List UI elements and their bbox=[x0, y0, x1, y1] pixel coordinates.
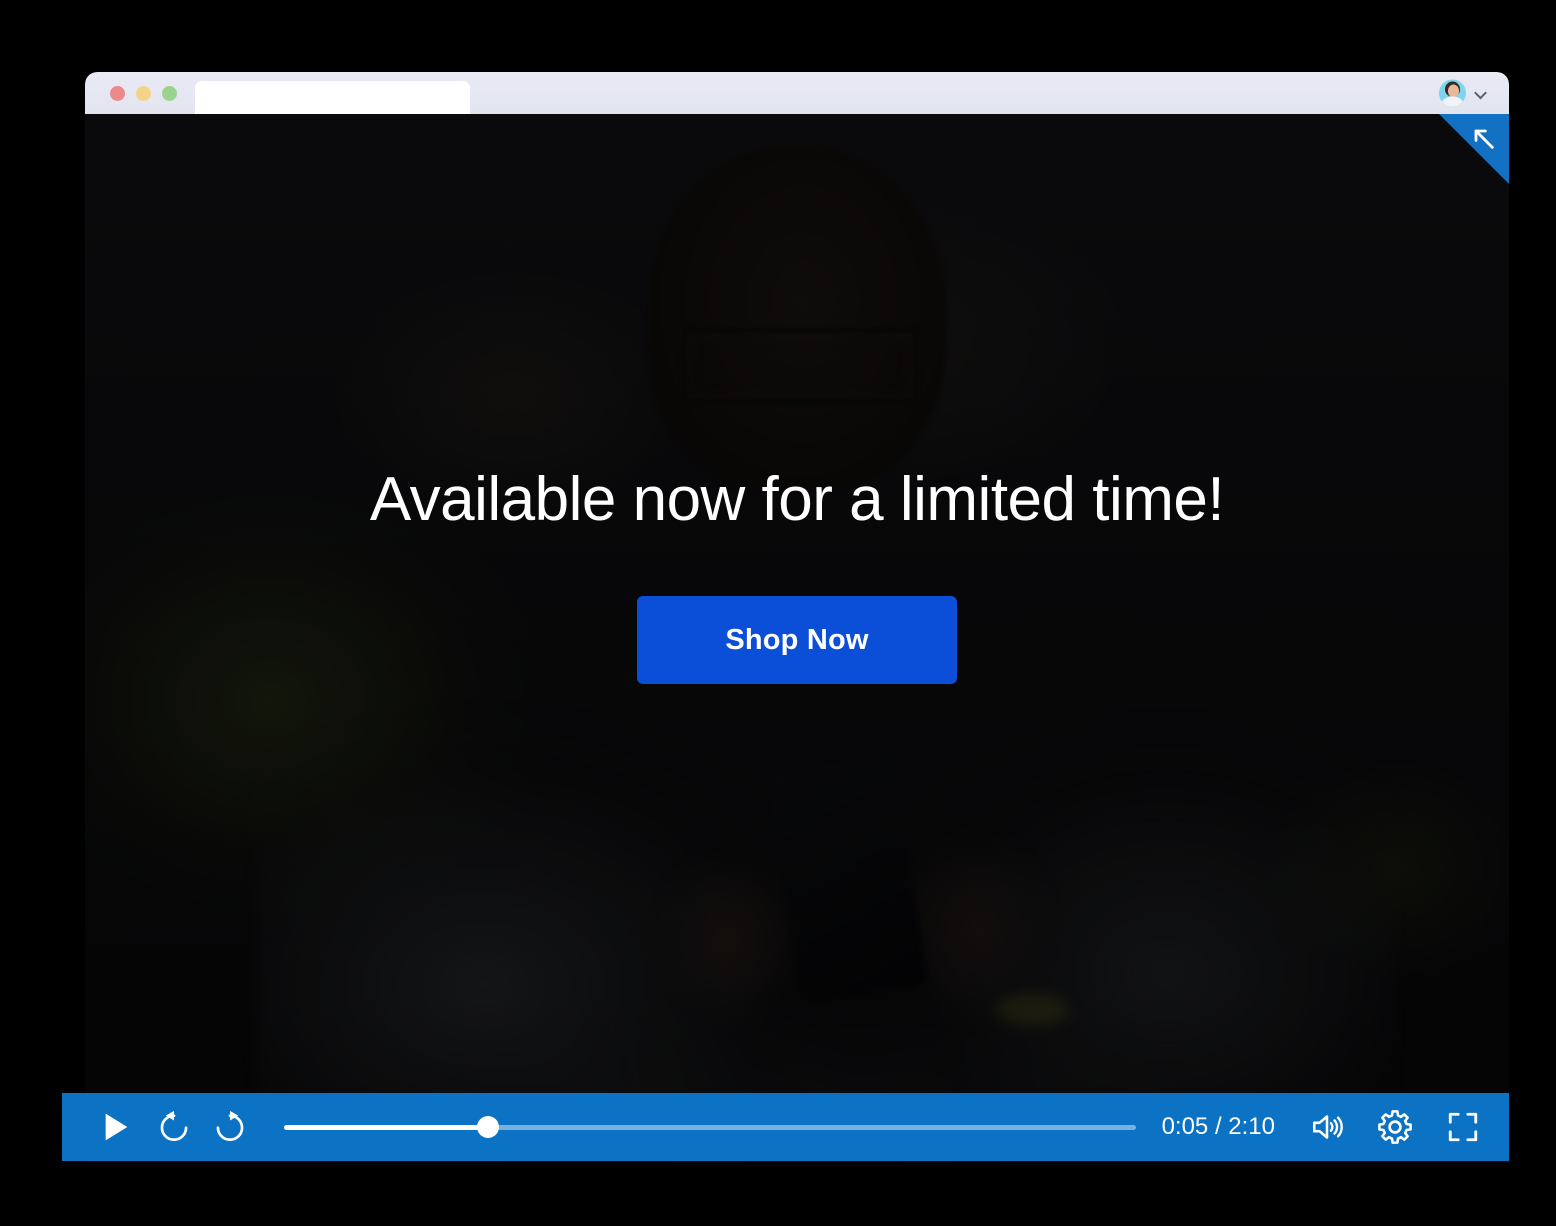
maximize-window-button[interactable] bbox=[162, 85, 177, 101]
page-title: Available now for a limited time! bbox=[369, 465, 1225, 534]
expand-arrow-icon bbox=[1474, 129, 1494, 149]
volume-button[interactable] bbox=[1305, 1105, 1349, 1149]
time-display: 0:05 / 2:10 bbox=[1161, 1113, 1275, 1140]
forward-button[interactable] bbox=[206, 1103, 254, 1151]
shop-now-button[interactable]: Shop Now bbox=[637, 596, 957, 685]
settings-button[interactable] bbox=[1373, 1105, 1417, 1149]
chrome-right-controls bbox=[1439, 79, 1487, 107]
play-button[interactable] bbox=[90, 1103, 138, 1151]
fullscreen-icon bbox=[1448, 1112, 1478, 1142]
settings-gear-icon bbox=[1378, 1110, 1412, 1144]
expand-corner-badge[interactable] bbox=[1439, 114, 1509, 184]
video-controls-bar: 0:05 / 2:10 bbox=[62, 1093, 1509, 1161]
volume-on-icon bbox=[1312, 1115, 1343, 1139]
video-stage[interactable]: Available now for a limited time! Shop N… bbox=[85, 114, 1509, 1162]
avatar-body bbox=[1442, 96, 1463, 107]
minimize-window-button[interactable] bbox=[136, 85, 151, 101]
forward-10-icon bbox=[216, 1110, 244, 1142]
progress-slider[interactable] bbox=[284, 1114, 1136, 1140]
progress-handle[interactable] bbox=[477, 1116, 500, 1138]
rewind-button[interactable] bbox=[150, 1103, 198, 1151]
rewind-10-icon bbox=[160, 1110, 188, 1142]
fullscreen-button[interactable] bbox=[1441, 1105, 1485, 1149]
play-icon bbox=[105, 1113, 128, 1141]
browser-chrome-bar bbox=[85, 72, 1509, 127]
close-window-button[interactable] bbox=[110, 85, 125, 101]
cta-overlay: Available now for a limited time! Shop N… bbox=[85, 114, 1509, 1162]
chevron-down-icon[interactable] bbox=[1476, 88, 1487, 99]
progress-filled bbox=[284, 1124, 489, 1130]
browser-window: Available now for a limited time! Shop N… bbox=[85, 72, 1509, 1162]
avatar[interactable] bbox=[1439, 79, 1466, 107]
traffic-lights bbox=[110, 85, 177, 101]
